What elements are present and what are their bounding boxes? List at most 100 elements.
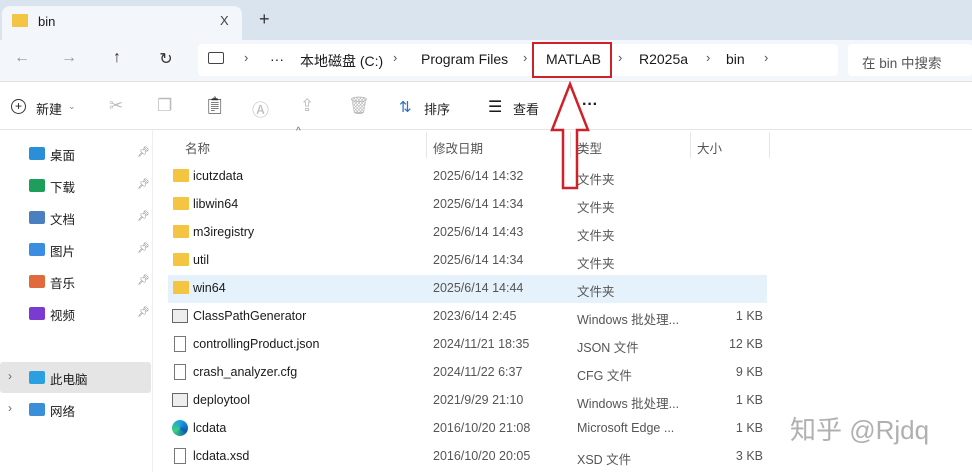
network-icon	[29, 403, 45, 416]
expand-chevron-icon[interactable]: ›	[8, 369, 12, 383]
sidebar-item-icon	[29, 179, 45, 192]
file-row[interactable]: win64 2025/6/14 14:44 文件夹	[168, 275, 767, 303]
file-type: 文件夹	[577, 173, 615, 187]
sidebar-item[interactable]: 文档	[50, 209, 75, 228]
file-row[interactable]: lcdata.xsd 2016/10/20 20:05 XSD 文件 3 KB	[168, 443, 767, 471]
file-type: Windows 批处理...	[577, 397, 680, 411]
chevron-right-icon: ›	[706, 50, 711, 65]
sidebar-item[interactable]: 音乐	[50, 273, 75, 292]
pin-icon: 📌︎	[137, 275, 150, 286]
file-row[interactable]: controllingProduct.json 2024/11/21 18:35 J…	[168, 331, 767, 359]
file-name: lcdata	[193, 421, 227, 435]
tab-bin[interactable]: bin X	[2, 6, 242, 40]
pin-icon: 📌︎	[137, 147, 150, 158]
copy-icon[interactable]: ❐	[157, 96, 172, 116]
chevron-right-icon: ›	[244, 50, 249, 65]
chevron-right-icon: ›	[523, 50, 528, 65]
breadcrumb-item[interactable]: bin	[726, 51, 745, 67]
file-date: 2016/10/20 20:05	[433, 449, 531, 463]
breadcrumb-item[interactable]: 本地磁盘 (C:)	[300, 51, 383, 71]
folder-icon	[173, 169, 189, 182]
file-row[interactable]: util 2025/6/14 14:34 文件夹	[168, 247, 767, 275]
computer-icon	[208, 52, 224, 64]
file-type: Windows 批处理...	[577, 313, 680, 327]
file-icon	[174, 336, 186, 352]
cut-icon[interactable]: ✂	[109, 96, 123, 116]
file-name: icutzdata	[193, 169, 244, 183]
file-name: crash_analyzer.cfg	[193, 365, 298, 379]
edge-icon	[172, 420, 188, 436]
breadcrumb-more[interactable]: ···	[270, 51, 284, 67]
column-header-name[interactable]: 名称	[185, 138, 210, 157]
file-type: Microsoft Edge ...	[577, 421, 675, 435]
breadcrumb-item[interactable]: R2025a	[639, 51, 688, 67]
delete-icon[interactable]: 🗑︎	[348, 96, 370, 116]
sidebar-tree-item[interactable]: 此电脑	[50, 369, 88, 388]
folder-icon	[173, 197, 189, 210]
file-date: 2025/6/14 14:43	[433, 225, 524, 239]
folder-icon	[12, 14, 28, 27]
close-icon[interactable]: X	[220, 13, 229, 28]
file-size: 9 KB	[735, 365, 763, 379]
file-row[interactable]: crash_analyzer.cfg 2024/11/22 6:37 CFG 文件 9…	[168, 359, 767, 387]
new-button[interactable]: 新建	[36, 99, 62, 118]
column-divider	[426, 132, 427, 158]
computer-icon	[29, 371, 45, 384]
pin-icon: 📌︎	[137, 307, 150, 318]
new-tab-button[interactable]: +	[259, 9, 270, 30]
file-name: win64	[193, 281, 226, 295]
refresh-button[interactable]: ↻	[154, 49, 178, 71]
file-name: m3iregistry	[193, 225, 255, 239]
file-row[interactable]: lcdata 2016/10/20 21:08 Microsoft Edge ...…	[168, 415, 767, 443]
column-divider	[570, 132, 571, 158]
sidebar-item[interactable]: 图片	[50, 241, 75, 260]
pin-icon: 📌︎	[137, 211, 150, 222]
chevron-down-icon: ⌄	[68, 101, 76, 111]
file-row[interactable]: libwin64 2025/6/14 14:34 文件夹	[168, 191, 767, 219]
folder-icon	[173, 225, 189, 238]
sidebar-tree-item[interactable]: 网络	[50, 401, 75, 420]
file-type: CFG 文件	[577, 369, 632, 383]
column-header-date[interactable]: 修改日期	[433, 138, 483, 157]
file-icon	[174, 448, 186, 464]
add-icon: +	[11, 99, 26, 114]
file-date: 2023/6/14 2:45	[433, 309, 517, 323]
sort-button[interactable]: 排序	[424, 99, 450, 118]
sidebar-item-icon	[29, 147, 45, 160]
forward-button[interactable]: →	[57, 49, 81, 71]
file-row[interactable]: m3iregistry 2025/6/14 14:43 文件夹	[168, 219, 767, 247]
file-name: ClassPathGenerator	[193, 309, 307, 323]
chevron-right-icon: ›	[393, 50, 398, 65]
file-date: 2025/6/14 14:34	[433, 197, 524, 211]
view-button[interactable]: 查看	[513, 99, 539, 118]
column-divider	[690, 132, 691, 158]
sidebar-border	[0, 130, 153, 472]
file-name: controllingProduct.json	[193, 337, 320, 351]
file-type: 文件夹	[577, 285, 615, 299]
file-type: JSON 文件	[577, 341, 639, 355]
sidebar-item[interactable]: 桌面	[50, 145, 75, 164]
sidebar-item[interactable]: 下载	[50, 177, 75, 196]
file-type: 文件夹	[577, 201, 615, 215]
rename-icon[interactable]: Ⓐ	[252, 96, 269, 121]
file-name: deploytool	[193, 393, 250, 407]
breadcrumb-item[interactable]: Program Files	[421, 51, 508, 67]
search-placeholder: 在 bin 中搜索	[862, 56, 942, 71]
paste-icon[interactable]: 📋︎	[204, 96, 226, 116]
chevron-right-icon: ›	[764, 50, 769, 65]
file-date: 2024/11/22 6:37	[433, 365, 523, 379]
search-input[interactable]: 在 bin 中搜索	[848, 44, 972, 76]
column-header-type[interactable]: 类型	[577, 138, 602, 157]
file-row[interactable]: icutzdata 2025/6/14 14:32 文件夹	[168, 163, 767, 191]
file-type: 文件夹	[577, 229, 615, 243]
share-icon[interactable]: ⇪	[300, 96, 314, 116]
file-row[interactable]: deploytool 2021/9/29 21:10 Windows 批处理... 1…	[168, 387, 767, 415]
expand-chevron-icon[interactable]: ›	[8, 401, 12, 415]
file-date: 2025/6/14 14:32	[433, 169, 524, 183]
up-button[interactable]: ↑	[105, 49, 129, 71]
column-header-size[interactable]: 大小	[697, 138, 722, 157]
pin-icon: 📌︎	[137, 243, 150, 254]
file-row[interactable]: ClassPathGenerator 2023/6/14 2:45 Windows …	[168, 303, 767, 331]
back-button[interactable]: ←	[10, 49, 34, 71]
sidebar-item[interactable]: 视频	[50, 305, 75, 324]
